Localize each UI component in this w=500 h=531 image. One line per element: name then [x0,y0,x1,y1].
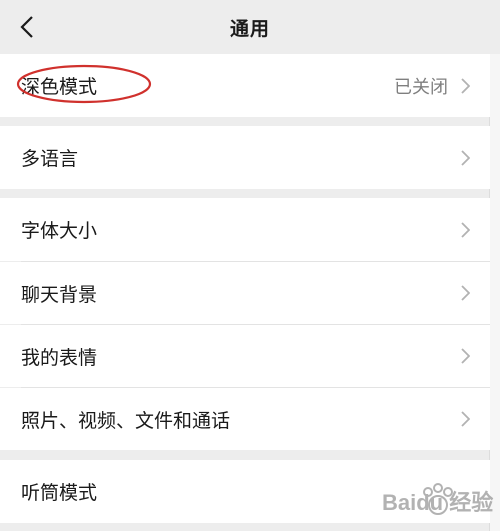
setting-label: 听筒模式 [21,482,98,504]
setting-label: 多语言 [21,148,79,170]
chevron-right-icon [461,348,470,364]
setting-label: 聊天背景 [21,283,98,306]
right-window-edge: x [489,0,500,531]
setting-chat-background[interactable]: 聊天背景 [0,262,490,324]
setting-font-size[interactable]: 字体大小 [0,198,490,261]
page-title: 通用 [229,18,270,40]
chevron-right-icon [461,77,470,94]
setting-label: 我的表情 [21,346,98,369]
chevron-right-icon [461,411,470,427]
navigation-bar: 通用 [0,0,500,54]
setting-my-stickers[interactable]: 我的表情 [0,325,490,387]
setting-label: 照片、视频、文件和通话 [21,409,231,432]
setting-value: 已关闭 [394,76,448,98]
setting-media-files[interactable]: 照片、视频、文件和通话 [0,388,490,450]
chevron-right-icon [461,285,470,301]
chevron-right-icon [461,221,470,238]
setting-language[interactable]: 多语言 [0,126,490,189]
setting-label: 字体大小 [21,220,98,242]
setting-label: 深色模式 [21,76,98,98]
setting-dark-mode[interactable]: 深色模式 已关闭 [0,54,490,117]
chevron-right-icon [461,149,470,166]
setting-earpiece-mode[interactable]: 听筒模式 [0,460,490,523]
